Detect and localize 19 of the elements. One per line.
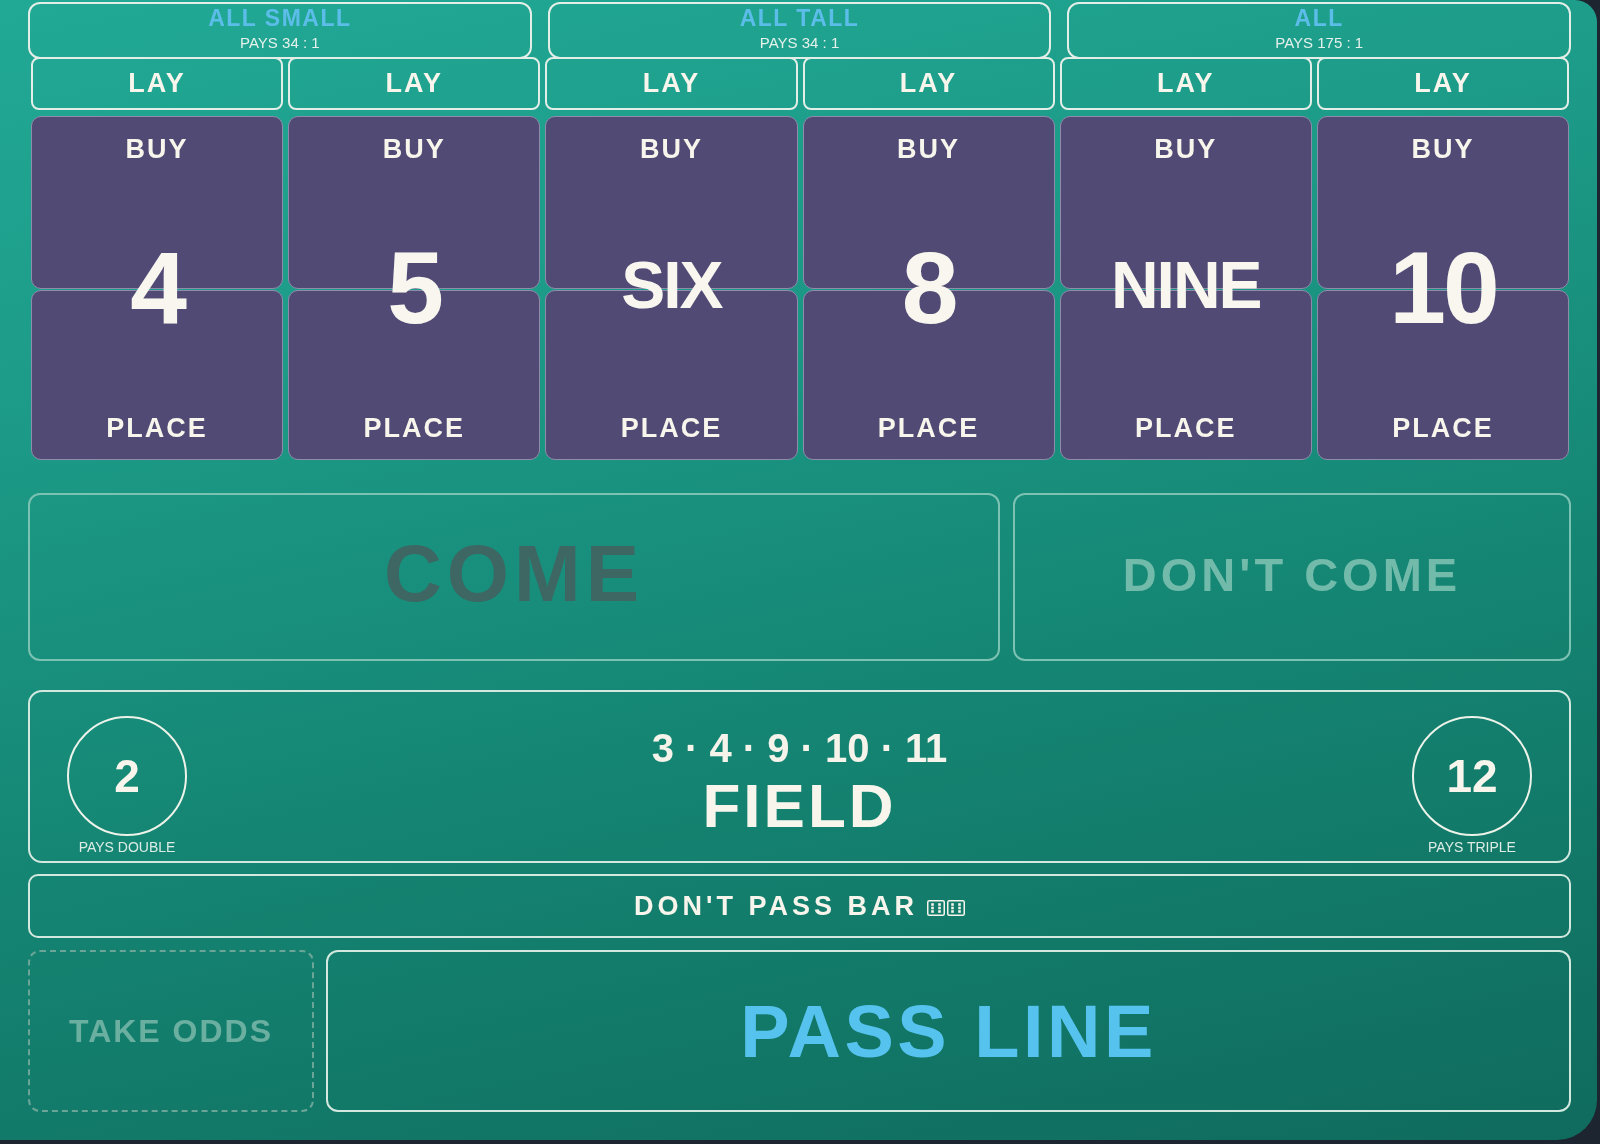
pass-line-button[interactable]: PASS LINE xyxy=(326,950,1571,1112)
lay-bet-button[interactable]: LAY xyxy=(31,57,284,110)
field-bet-area[interactable]: 2 PAYS DOUBLE 3 · 4 · 9 · 10 · 11 FIELD 12 PAYS TRIPLE xyxy=(28,690,1571,863)
payout-label: PAYS TRIPLE xyxy=(1428,839,1516,855)
lay-bet-button[interactable]: LAY xyxy=(1316,57,1569,110)
all-bet-button[interactable]: ALL PAYS 175 : 1 xyxy=(1067,2,1571,59)
field-numbers: 3 · 4 · 9 · 10 · 11 xyxy=(651,725,948,771)
all-bet-button[interactable]: ALL TALL PAYS 34 : 1 xyxy=(547,2,1052,59)
lay-bet-button[interactable]: LAY xyxy=(802,57,1055,110)
lay-bet-button[interactable]: LAY xyxy=(545,57,798,110)
lay-bet-button[interactable]: LAY xyxy=(1059,57,1312,110)
all-bet-button[interactable]: ALL SMALL PAYS 34 : 1 xyxy=(28,2,532,59)
field-special-number: 2 xyxy=(67,716,187,836)
lay-bet-button[interactable]: LAY xyxy=(288,57,541,110)
dice-icon xyxy=(926,899,965,916)
field-special-number: 12 xyxy=(1412,716,1532,836)
dont-pass-bar-button[interactable]: DON'T PASS BAR xyxy=(28,874,1571,938)
field-label: FIELD xyxy=(702,775,897,837)
payout-label: PAYS DOUBLE xyxy=(78,839,176,855)
